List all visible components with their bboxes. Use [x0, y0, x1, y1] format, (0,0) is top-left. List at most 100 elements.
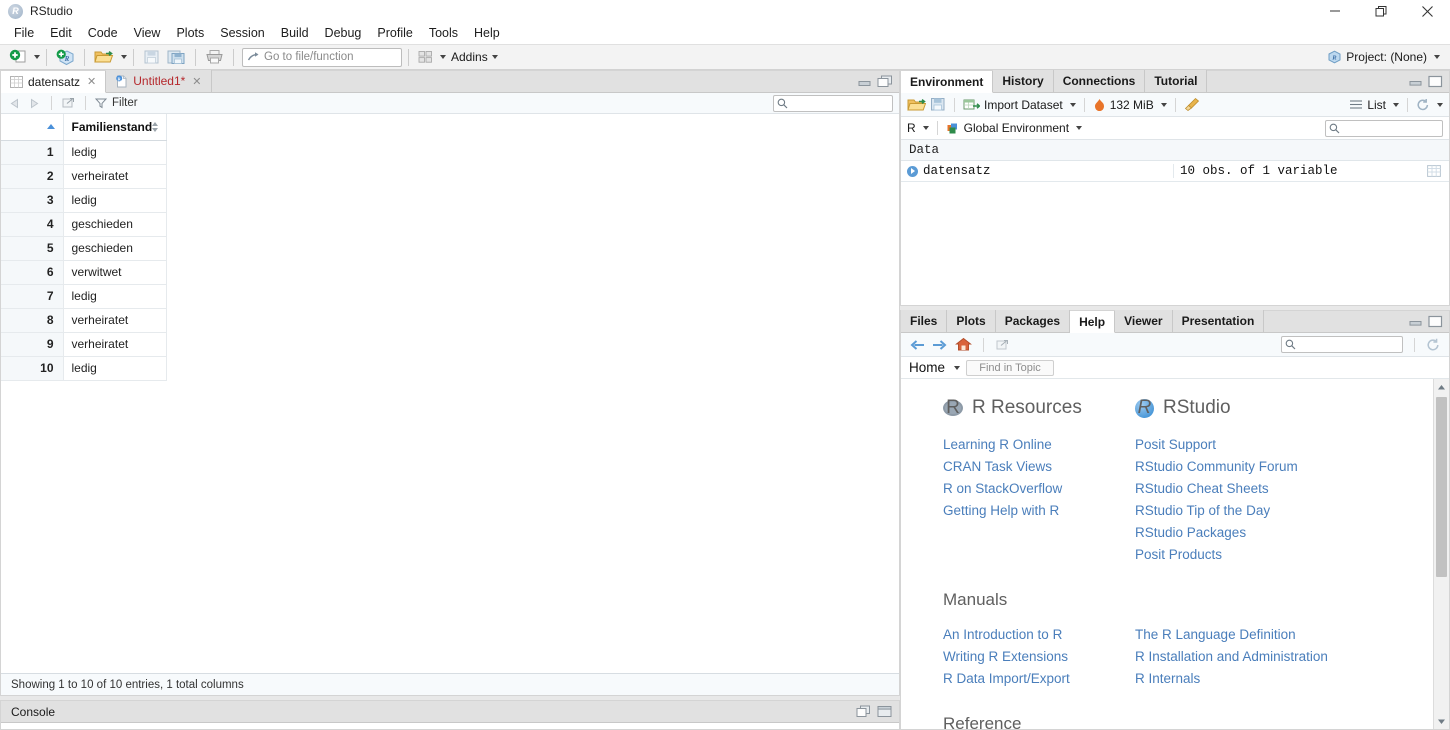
table-row[interactable]: 2 verheiratet: [1, 164, 168, 189]
filter-label[interactable]: Filter: [112, 97, 138, 109]
link-r-installation-and-administration[interactable]: R Installation and Administration: [1135, 646, 1395, 668]
refresh-dropdown-icon[interactable]: [1437, 102, 1443, 107]
link-cran-task-views[interactable]: CRAN Task Views: [943, 456, 1135, 478]
back-arrow-icon[interactable]: [909, 338, 925, 352]
maximize-pane-icon[interactable]: [877, 705, 893, 718]
table-row[interactable]: 3 ledig: [1, 188, 168, 213]
expand-triangle-icon[interactable]: [907, 165, 918, 177]
tab-connections[interactable]: Connections: [1053, 70, 1146, 92]
link-r-data-import-export[interactable]: R Data Import/Export: [943, 668, 1135, 690]
tab-datensatz[interactable]: datensatz ✕: [1, 71, 107, 93]
console-header[interactable]: Console: [1, 701, 899, 723]
menu-profile[interactable]: Profile: [369, 24, 420, 42]
link-rstudio-community-forum[interactable]: RStudio Community Forum: [1135, 456, 1395, 478]
link-posit-products[interactable]: Posit Products: [1135, 544, 1395, 566]
link-an-introduction-to-r[interactable]: An Introduction to R: [943, 624, 1135, 646]
tab-environment[interactable]: Environment: [901, 71, 994, 93]
view-mode-label[interactable]: List: [1367, 98, 1386, 112]
scrollbar-thumb[interactable]: [1436, 397, 1447, 577]
tab-viewer[interactable]: Viewer: [1115, 310, 1173, 332]
link-the-r-language-definition[interactable]: The R Language Definition: [1135, 624, 1395, 646]
table-row[interactable]: 10 ledig: [1, 356, 168, 381]
language-label[interactable]: R: [907, 121, 916, 135]
menu-code[interactable]: Code: [80, 24, 126, 42]
forward-arrow-icon[interactable]: [932, 338, 948, 352]
import-dataset-label[interactable]: Import Dataset: [984, 98, 1063, 112]
view-grid-icon[interactable]: [1427, 165, 1441, 177]
new-file-icon[interactable]: [6, 46, 30, 68]
memory-dropdown-icon[interactable]: [1160, 102, 1167, 107]
back-arrow-icon[interactable]: [7, 97, 22, 110]
link-rstudio-packages[interactable]: RStudio Packages: [1135, 522, 1395, 544]
tab-plots[interactable]: Plots: [947, 310, 996, 332]
close-icon[interactable]: [1404, 0, 1450, 26]
link-learning-r-online[interactable]: Learning R Online: [943, 434, 1135, 456]
menu-help[interactable]: Help: [466, 24, 508, 42]
scroll-up-icon[interactable]: [1437, 379, 1446, 395]
menu-plots[interactable]: Plots: [168, 24, 212, 42]
menu-session[interactable]: Session: [212, 24, 272, 42]
menu-file[interactable]: File: [6, 24, 42, 42]
table-row[interactable]: 4 geschieden: [1, 212, 168, 237]
table-row[interactable]: 5 geschieden: [1, 236, 168, 261]
view-mode-dropdown-icon[interactable]: [1393, 102, 1399, 107]
print-icon[interactable]: [202, 46, 227, 68]
menu-debug[interactable]: Debug: [317, 24, 370, 42]
environment-search-input[interactable]: [1325, 119, 1443, 137]
funnel-icon[interactable]: [95, 97, 107, 109]
maximize-icon[interactable]: [1358, 0, 1404, 26]
rownum-header[interactable]: [1, 114, 64, 141]
project-dropdown-icon[interactable]: [1434, 55, 1440, 59]
new-project-icon[interactable]: R: [53, 46, 78, 68]
table-row[interactable]: 6 verwitwet: [1, 260, 168, 285]
clear-broom-icon[interactable]: [1184, 97, 1201, 112]
menu-view[interactable]: View: [126, 24, 169, 42]
minimize-pane-icon[interactable]: [1409, 315, 1423, 327]
tab-untitled1[interactable]: R Untitled1* ✕: [106, 70, 212, 92]
close-icon[interactable]: ✕: [87, 75, 96, 88]
save-icon[interactable]: [140, 46, 163, 68]
open-file-icon[interactable]: [91, 46, 117, 68]
home-dropdown-icon[interactable]: [954, 365, 961, 370]
goto-file-function-input[interactable]: Go to file/function: [242, 47, 402, 67]
menu-edit[interactable]: Edit: [42, 24, 80, 42]
link-rstudio-cheat-sheets[interactable]: RStudio Cheat Sheets: [1135, 478, 1395, 500]
object-name-cell[interactable]: datensatz: [901, 164, 1174, 178]
link-r-on-stackoverflow[interactable]: R on StackOverflow: [943, 478, 1135, 500]
link-getting-help-with-r[interactable]: Getting Help with R: [943, 500, 1135, 522]
scope-dropdown-icon[interactable]: [1076, 126, 1083, 130]
link-rstudio-tip-of-the-day[interactable]: RStudio Tip of the Day: [1135, 500, 1395, 522]
popout-window-icon[interactable]: [61, 96, 76, 110]
restore-pane-icon[interactable]: [856, 705, 872, 718]
open-folder-icon[interactable]: [907, 97, 926, 113]
refresh-icon[interactable]: [1416, 98, 1430, 112]
new-file-dropdown-icon[interactable]: [34, 55, 40, 59]
maximize-pane-icon[interactable]: [1428, 315, 1443, 328]
list-lines-icon[interactable]: [1349, 99, 1363, 110]
home-label[interactable]: Home: [909, 360, 945, 375]
tab-files[interactable]: Files: [901, 310, 948, 332]
tab-history[interactable]: History: [993, 70, 1054, 92]
save-icon[interactable]: [930, 97, 946, 112]
import-dataset-dropdown-icon[interactable]: [1069, 102, 1076, 107]
panes-layout-icon[interactable]: [415, 46, 436, 68]
forward-arrow-icon[interactable]: [27, 97, 42, 110]
language-dropdown-icon[interactable]: [922, 126, 929, 130]
tab-tutorial[interactable]: Tutorial: [1145, 70, 1208, 92]
tab-help[interactable]: Help: [1070, 311, 1116, 333]
environment-object-row[interactable]: datensatz 10 obs. of 1 variable: [901, 161, 1449, 182]
tab-presentation[interactable]: Presentation: [1172, 310, 1265, 332]
help-search-input[interactable]: [1281, 336, 1403, 353]
table-row[interactable]: 8 verheiratet: [1, 308, 168, 333]
maximize-pane-icon[interactable]: [1428, 75, 1443, 88]
refresh-icon[interactable]: [1426, 338, 1441, 352]
minimize-icon[interactable]: [1312, 0, 1358, 26]
scroll-down-icon[interactable]: [1437, 713, 1446, 729]
project-selector[interactable]: R Project: (None): [1327, 50, 1444, 64]
scope-label[interactable]: Global Environment: [964, 121, 1069, 135]
menu-tools[interactable]: Tools: [421, 24, 466, 42]
save-all-icon[interactable]: [164, 46, 189, 68]
link-posit-support[interactable]: Posit Support: [1135, 434, 1395, 456]
table-row[interactable]: 1 ledig: [1, 140, 168, 165]
open-file-dropdown-icon[interactable]: [121, 55, 127, 59]
